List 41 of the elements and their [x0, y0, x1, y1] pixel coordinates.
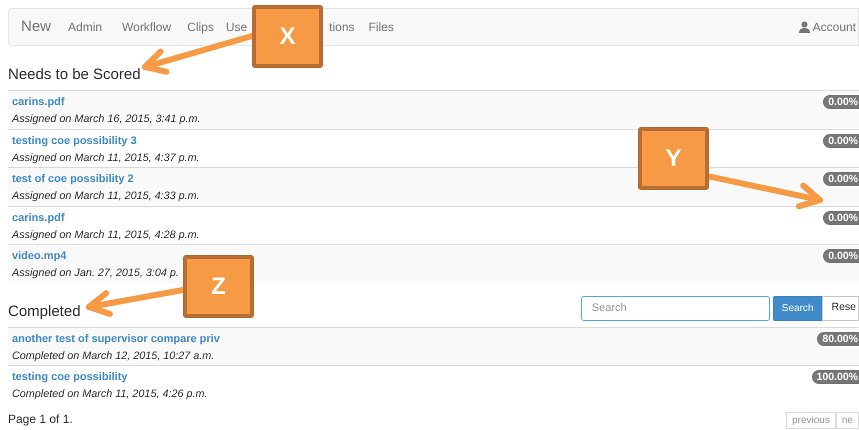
item-link[interactable]: another test of supervisor compare priv [12, 330, 220, 348]
section-heading: Needs to be Scored [8, 66, 141, 84]
search-button[interactable]: Search [772, 296, 822, 320]
score-badge: 0.00% [823, 134, 859, 148]
item-link[interactable]: video.mp4 [12, 248, 66, 265]
score-badge: 0.00% [823, 249, 859, 263]
item-link[interactable]: testing coe possibility 3 [12, 132, 137, 150]
item-date: Assigned on March 11, 2015, 4:28 p.m. [12, 228, 200, 242]
score-badge: 80.00% [817, 332, 859, 346]
callout-box: X [252, 5, 323, 68]
nav-link[interactable]: Files [368, 18, 394, 36]
nav-link[interactable]: Use [226, 18, 248, 36]
item-link[interactable]: test of coe possibility 2 [12, 171, 134, 188]
nav-link[interactable]: tions [329, 18, 355, 36]
score-badge: 0.00% [823, 172, 859, 186]
search-field[interactable]: Search [580, 296, 770, 320]
nav-link[interactable]: Workflow [122, 18, 172, 36]
nav-link[interactable]: Clips [187, 18, 214, 36]
score-badge: 100.00% [812, 370, 859, 384]
item-date: Assigned on March 11, 2015, 4:33 p.m. [12, 189, 200, 204]
section-heading: Completed [8, 302, 81, 320]
item-link[interactable]: carins.pdf [12, 94, 65, 111]
item-date: Assigned on March 11, 2015, 4:37 p.m. [12, 150, 200, 166]
callout-box: Z [183, 255, 254, 318]
pager-button[interactable]: previous [786, 412, 836, 428]
item-date: Completed on March 12, 2015, 10:27 a.m. [12, 348, 214, 364]
score-badge: 0.00% [823, 210, 859, 224]
item-link[interactable]: carins.pdf [12, 210, 65, 226]
score-badge: 0.00% [823, 95, 859, 109]
brand-link[interactable]: New [21, 16, 52, 38]
page-info: Page 1 of 1. [8, 410, 73, 428]
nav-link[interactable]: Admin [68, 18, 102, 36]
item-date: Assigned on Jan. 27, 2015, 3:04 p. [12, 266, 179, 281]
callout-box: Y [638, 127, 709, 190]
user-icon [798, 21, 810, 33]
item-date: Assigned on March 16, 2015, 3:41 p.m. [12, 112, 200, 127]
reset-button[interactable]: Rese [822, 296, 859, 320]
pager-button[interactable]: ne [836, 412, 859, 428]
account-link[interactable]: Account [798, 18, 856, 36]
item-date: Completed on March 11, 2015, 4:26 p.m. [12, 387, 208, 402]
item-link[interactable]: testing coe possibility [12, 369, 128, 386]
